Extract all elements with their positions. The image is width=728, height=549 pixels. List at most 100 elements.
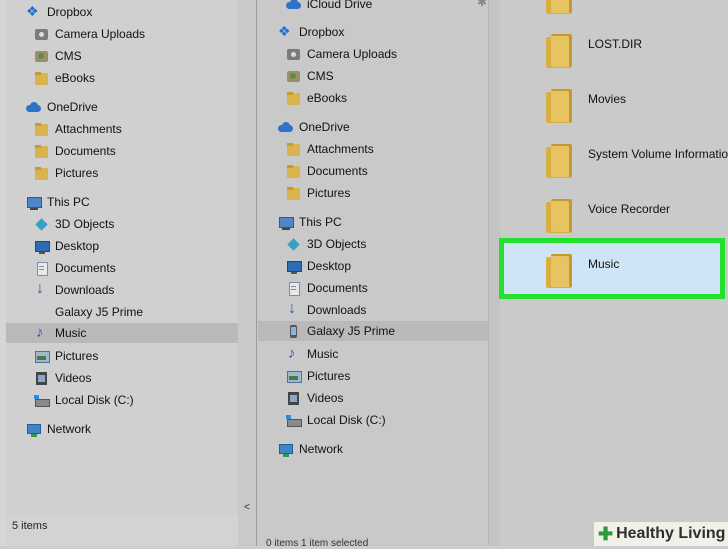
disk-icon xyxy=(34,393,50,408)
nav-item-pictures-pc[interactable]: Pictures xyxy=(34,346,98,366)
folder-icon xyxy=(34,144,49,159)
folder-icon[interactable] xyxy=(546,199,572,233)
nav-item-label: eBooks xyxy=(307,91,348,105)
nav-item-pictures-pc[interactable]: Pictures xyxy=(286,366,350,386)
folder-icon xyxy=(286,91,301,106)
cube-icon xyxy=(34,217,49,232)
nav-item-network[interactable]: Network xyxy=(278,439,343,459)
nav-item-local-disk[interactable]: Local Disk (C:) xyxy=(286,410,386,430)
nav-item-label: iCloud Drive xyxy=(307,0,373,11)
folder-icon[interactable] xyxy=(546,89,572,123)
nav-item-videos[interactable]: Videos xyxy=(34,368,91,388)
nav-item-local-disk[interactable]: Local Disk (C:) xyxy=(34,390,134,410)
people-icon xyxy=(34,49,49,64)
nav-item-camera-uploads[interactable]: Camera Uploads xyxy=(34,24,145,44)
nav-item-pictures[interactable]: Pictures xyxy=(286,183,350,203)
folder-music[interactable]: Music xyxy=(588,257,619,271)
nav-item-documents[interactable]: Documents xyxy=(34,141,116,161)
nav-item-label: 3D Objects xyxy=(55,217,115,231)
nav-item-label: Dropbox xyxy=(299,25,345,39)
folder-icon xyxy=(286,164,301,179)
folder-icon[interactable] xyxy=(546,0,572,14)
nav-item-label: Desktop xyxy=(55,239,100,253)
nav-item-label: OneDrive xyxy=(47,100,98,114)
nav-item-galaxy-j5-prime[interactable]: Galaxy J5 Prime xyxy=(258,321,488,341)
nav-item-cms[interactable]: CMS xyxy=(286,66,334,86)
cloud-icon xyxy=(286,0,301,12)
nav-item-dropbox[interactable]: Dropbox xyxy=(278,22,344,42)
scroll-left-arrow[interactable]: < xyxy=(244,502,250,513)
nav-item-3d-objects[interactable]: 3D Objects xyxy=(34,214,114,234)
nav-item-label: Videos xyxy=(55,371,92,385)
nav-item-ebooks[interactable]: eBooks xyxy=(34,68,95,88)
nav-item-label: Music xyxy=(55,326,87,340)
nav-item-desktop[interactable]: Desktop xyxy=(34,236,99,256)
folder-voice-recorder[interactable]: Voice Recorder xyxy=(588,202,670,216)
nav-item-videos[interactable]: Videos xyxy=(286,388,343,408)
nav-item-music[interactable]: Music xyxy=(6,323,238,343)
nav-item-desktop[interactable]: Desktop xyxy=(286,256,351,276)
nav-item-onedrive[interactable]: OneDrive xyxy=(278,117,350,137)
folder-system-volume-information[interactable]: System Volume Information xyxy=(588,147,728,161)
nav-item-label: Pictures xyxy=(55,349,99,363)
nav-item-label: Documents xyxy=(55,261,116,275)
left-scrollbar[interactable] xyxy=(238,0,256,546)
nav-item-attachments[interactable]: Attachments xyxy=(34,119,122,139)
nav-item-cms[interactable]: CMS xyxy=(34,46,82,66)
nav-item-label: 3D Objects xyxy=(307,237,367,251)
plus-icon: ✚ xyxy=(598,523,614,544)
download-icon xyxy=(286,300,301,318)
left-status-text: 5 items xyxy=(12,520,48,532)
folder-icon[interactable] xyxy=(546,34,572,68)
nav-item-network[interactable]: Network xyxy=(26,419,91,439)
folder-lost-dir[interactable]: LOST.DIR xyxy=(588,37,642,51)
nav-item-downloads[interactable]: Downloads xyxy=(34,280,114,300)
network-icon xyxy=(26,422,41,437)
nav-item-galaxy-j5-prime[interactable]: Galaxy J5 Prime xyxy=(34,302,143,322)
nav-item-music[interactable]: Music xyxy=(286,344,338,364)
nav-item-downloads[interactable]: Downloads xyxy=(286,300,366,320)
folder-icon xyxy=(34,122,49,137)
nav-item-ebooks[interactable]: eBooks xyxy=(286,88,347,108)
nav-item-label: CMS xyxy=(55,49,82,63)
nav-item-documents-pc[interactable]: Documents xyxy=(286,278,368,298)
healthy-living-logo: ✚ Healthy Living xyxy=(594,522,728,546)
folder-icon xyxy=(286,142,301,157)
nav-item-label: eBooks xyxy=(55,71,96,85)
folder-icon xyxy=(34,71,49,86)
nav-item-pictures[interactable]: Pictures xyxy=(34,163,98,183)
document-icon xyxy=(34,261,49,276)
nav-item-label: Documents xyxy=(307,281,368,295)
nav-item-camera-uploads[interactable]: Camera Uploads xyxy=(286,44,397,64)
nav-item-this-pc[interactable]: This PC xyxy=(278,212,342,232)
folder-movies[interactable]: Movies xyxy=(588,92,626,106)
nav-item-label: Pictures xyxy=(307,369,351,383)
folder-icon[interactable] xyxy=(546,144,572,178)
nav-item-icloud-drive[interactable]: iCloud Drive xyxy=(286,0,372,14)
pictures-icon xyxy=(34,349,50,364)
camera-icon xyxy=(34,27,49,42)
pictures-icon xyxy=(286,369,302,384)
people-icon xyxy=(286,69,301,84)
nav-item-label: Pictures xyxy=(55,166,99,180)
nav-item-dropbox[interactable]: Dropbox xyxy=(26,2,92,22)
document-icon xyxy=(286,281,301,296)
network-icon xyxy=(278,442,293,457)
nav-item-this-pc[interactable]: This PC xyxy=(26,192,90,212)
camera-icon xyxy=(286,47,301,62)
nav-item-3d-objects[interactable]: 3D Objects xyxy=(286,234,366,254)
nav-item-onedrive[interactable]: OneDrive xyxy=(26,97,98,117)
nav-item-label: Camera Uploads xyxy=(55,27,146,41)
pc-icon xyxy=(26,195,42,210)
nav-item-attachments[interactable]: Attachments xyxy=(286,139,374,159)
nav-item-documents-pc[interactable]: Documents xyxy=(34,258,116,278)
nav-item-label: Downloads xyxy=(307,303,367,317)
nav-item-label: Attachments xyxy=(55,122,122,136)
nav-item-documents[interactable]: Documents xyxy=(286,161,368,181)
nav-item-label: Desktop xyxy=(307,259,352,273)
nav-item-label: Galaxy J5 Prime xyxy=(55,305,144,319)
folder-icon[interactable] xyxy=(546,254,572,288)
nav-item-label: This PC xyxy=(47,195,90,209)
phone-icon xyxy=(286,324,301,339)
nav-item-label: Dropbox xyxy=(47,5,93,19)
